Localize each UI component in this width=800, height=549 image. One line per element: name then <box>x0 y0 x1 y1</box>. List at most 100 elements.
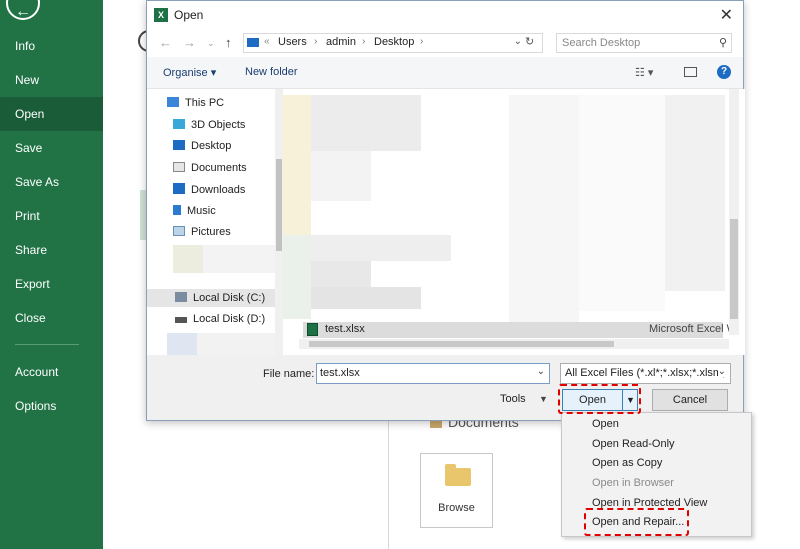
chevron-right-icon: › <box>362 36 366 47</box>
blurred-item <box>311 235 451 261</box>
refresh-icon[interactable]: ↻ <box>525 35 534 48</box>
file-name: test.xlsx <box>325 323 365 335</box>
back-button[interactable]: ← <box>6 0 40 20</box>
tree-label: Downloads <box>191 184 246 196</box>
search-icon: ⚲ <box>718 37 727 49</box>
drive-icon <box>175 292 187 302</box>
backstage-divider <box>388 415 389 549</box>
tree-label: Desktop <box>191 140 232 152</box>
tree-label: Local Disk (D:) <box>193 313 266 325</box>
breadcrumb-users[interactable]: Users <box>278 36 307 48</box>
blurred-item <box>311 261 371 287</box>
scrollbar-thumb[interactable] <box>309 341 614 347</box>
tree-local-disk-c[interactable]: Local Disk (C:) <box>147 289 275 307</box>
scrollbar-thumb[interactable] <box>276 159 282 251</box>
blurred-item <box>311 95 421 151</box>
browse-label: Browse <box>438 502 475 514</box>
blurred-item <box>579 95 665 311</box>
nav-export[interactable]: Export <box>0 267 103 301</box>
tools-button[interactable]: Tools <box>500 393 526 405</box>
excel-file-icon <box>307 323 318 336</box>
view-options-icon[interactable]: ☷ ▾ <box>635 66 653 79</box>
desktop-icon <box>173 140 185 150</box>
tree-music[interactable]: Music <box>173 205 216 217</box>
open-dialog: X Open ✕ ← → ⌄ ↑ « Users › admin › Deskt… <box>146 0 745 421</box>
tree-label: 3D Objects <box>191 119 246 131</box>
tree-documents[interactable]: Documents <box>173 162 247 174</box>
file-type: Microsoft Excel W <box>648 323 737 335</box>
back-arrow-icon[interactable]: ← <box>159 35 172 50</box>
menu-open-and-repair[interactable]: Open and Repair... <box>592 516 684 528</box>
file-horizontal-scrollbar[interactable] <box>299 339 729 349</box>
tree-label: Documents <box>191 162 247 174</box>
file-vertical-scrollbar[interactable] <box>729 89 739 335</box>
help-icon[interactable]: ? <box>717 65 731 79</box>
nav-open[interactable]: Open <box>0 97 103 131</box>
breadcrumb-admin[interactable]: admin <box>326 36 356 48</box>
recent-dropdown-icon[interactable]: ⌄ <box>207 38 215 49</box>
file-name-input[interactable]: test.xlsx ⌄ <box>316 363 550 384</box>
menu-open-as-copy[interactable]: Open as Copy <box>592 457 662 469</box>
file-row-test-xlsx[interactable]: test.xlsx Microsoft Excel W <box>303 322 737 338</box>
cancel-button[interactable]: Cancel <box>652 389 728 411</box>
file-type-value: All Excel Files (*.xl*;*.xlsx;*.xlsm; <box>565 367 726 379</box>
nav-save-as[interactable]: Save As <box>0 165 103 199</box>
new-folder-button[interactable]: New folder <box>245 66 298 78</box>
picture-icon <box>173 226 185 236</box>
folder-open-icon <box>445 464 471 486</box>
breadcrumb-desktop[interactable]: Desktop <box>374 36 414 48</box>
tree-pictures[interactable]: Pictures <box>173 226 231 238</box>
chevron-down-icon[interactable]: ⌄ <box>537 366 545 377</box>
document-icon <box>173 162 185 172</box>
tree-downloads[interactable]: Downloads <box>173 183 245 196</box>
blurred-item <box>311 287 421 309</box>
blurred-item <box>197 333 275 355</box>
open-dropdown-arrow-icon[interactable]: ▼ <box>622 390 638 410</box>
nav-new[interactable]: New <box>0 63 103 97</box>
tree-desktop[interactable]: Desktop <box>173 140 231 152</box>
tree-this-pc[interactable]: This PC <box>167 97 224 109</box>
menu-open[interactable]: Open <box>592 418 619 430</box>
nav-close[interactable]: Close <box>0 301 103 335</box>
blurred-item <box>173 245 203 273</box>
preview-pane-icon[interactable] <box>684 67 697 77</box>
music-icon <box>173 205 181 215</box>
tools-dropdown-icon[interactable]: ▼ <box>539 394 548 404</box>
scrollbar-thumb[interactable] <box>730 219 738 319</box>
search-placeholder: Search Desktop <box>562 37 641 49</box>
tree-3d-objects[interactable]: 3D Objects <box>173 119 245 131</box>
chevron-down-icon[interactable]: ⌄ <box>514 36 522 47</box>
up-arrow-icon[interactable]: ↑ <box>225 35 232 50</box>
blurred-item <box>283 95 311 235</box>
open-split-button: Open ▼ <box>562 389 638 411</box>
browse-button[interactable]: Browse <box>420 453 493 528</box>
forward-arrow-icon[interactable]: → <box>183 35 196 50</box>
menu-open-protected-view[interactable]: Open in Protected View <box>592 497 707 509</box>
drive-icon <box>175 317 187 323</box>
navigation-pane[interactable]: This PC 3D Objects Desktop Documents Dow… <box>147 89 287 355</box>
blurred-item <box>509 95 579 325</box>
blurred-item <box>167 333 197 355</box>
dialog-titlebar[interactable]: X Open ✕ <box>147 1 743 29</box>
nav-info[interactable]: Info <box>0 29 103 63</box>
nav-print[interactable]: Print <box>0 199 103 233</box>
chevron-right-icon: › <box>420 36 424 47</box>
organise-button[interactable]: Organise ▾ <box>163 66 216 79</box>
menu-open-read-only[interactable]: Open Read-Only <box>592 438 675 450</box>
nav-options[interactable]: Options <box>0 389 103 423</box>
backstage-sidebar: ← Info New Open Save Save As Print Share… <box>0 0 103 549</box>
search-input[interactable]: Search Desktop ⚲ <box>556 33 732 53</box>
nav-save[interactable]: Save <box>0 131 103 165</box>
file-name-label: File name: <box>263 368 315 380</box>
file-name-value: test.xlsx <box>320 367 360 379</box>
address-bar[interactable]: « Users › admin › Desktop › ⌄ <box>243 33 543 53</box>
file-type-select[interactable]: All Excel Files (*.xl*;*.xlsx;*.xlsm; ⌄ <box>560 363 731 384</box>
tree-local-disk-d[interactable]: Local Disk (D:) <box>175 313 265 325</box>
file-list-pane[interactable]: test.xlsx Microsoft Excel W <box>283 89 745 355</box>
open-button[interactable]: Open <box>563 390 622 410</box>
nav-share[interactable]: Share <box>0 233 103 267</box>
nav-scrollbar[interactable] <box>275 89 283 355</box>
nav-account[interactable]: Account <box>0 355 103 389</box>
organise-label: Organise <box>163 67 208 79</box>
close-icon[interactable]: ✕ <box>720 5 733 25</box>
